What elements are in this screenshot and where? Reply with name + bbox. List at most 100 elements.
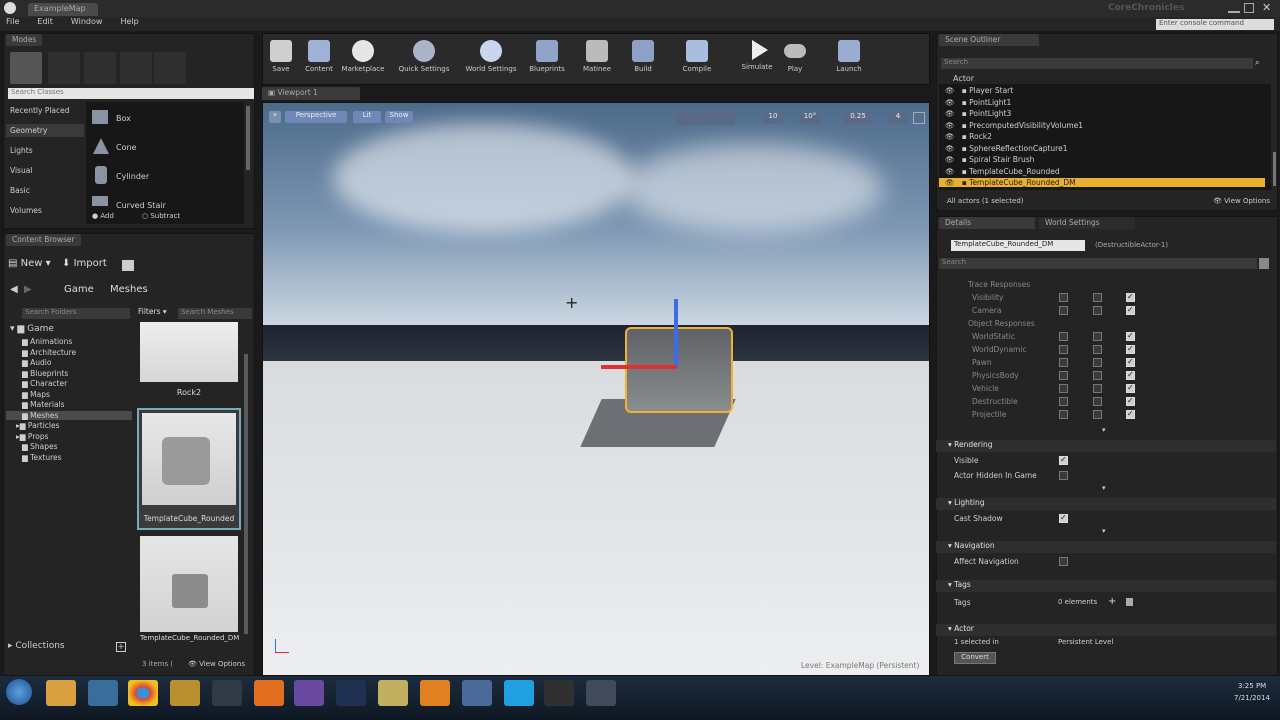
tab-details[interactable]: Details (939, 217, 1035, 229)
overlap-checkbox[interactable] (1093, 371, 1102, 380)
section-actor[interactable]: ▾ Actor (936, 624, 1276, 636)
expand-arrow-icon[interactable]: ▾ (1102, 426, 1106, 434)
ignore-checkbox[interactable] (1059, 345, 1068, 354)
block-checkbox[interactable] (1126, 292, 1135, 302)
tab-modes[interactable]: Modes (6, 34, 43, 46)
actor-row[interactable]: 👁 ▪ PrecomputedVisibilityVolume1 (939, 121, 1271, 130)
folder-blueprints[interactable]: ▆ Blueprints (6, 369, 132, 378)
visible-checkbox[interactable] (1059, 455, 1068, 465)
forward-arrow-icon[interactable]: ▶ (24, 284, 32, 295)
view-options-button[interactable]: 👁 View Options (188, 660, 245, 668)
category-visual[interactable]: Visual (6, 166, 84, 175)
search-meshes-input[interactable]: Search Meshes (178, 308, 252, 319)
collections-header[interactable]: ▸ Collections (8, 641, 65, 651)
unreal-editor-taskbar-icon[interactable] (586, 680, 616, 706)
place-mode-icon[interactable] (10, 52, 42, 84)
ignore-checkbox[interactable] (1059, 371, 1068, 380)
visual-studio-taskbar-icon[interactable] (294, 680, 324, 706)
add-tag-icon[interactable]: + (1108, 596, 1116, 607)
minimize-button[interactable] (1228, 3, 1240, 13)
blender-taskbar-icon[interactable] (254, 680, 284, 706)
overlap-checkbox[interactable] (1093, 345, 1102, 354)
trash-icon[interactable] (1126, 598, 1133, 606)
app-taskbar-icon[interactable] (170, 680, 200, 706)
menu-edit[interactable]: Edit (37, 17, 53, 26)
ignore-checkbox[interactable] (1059, 332, 1068, 341)
folder-character[interactable]: ▆ Character (6, 379, 132, 388)
actor-name-input[interactable]: TemplateCube_Rounded_DM (951, 240, 1085, 251)
expand-arrow-icon[interactable]: ▾ (1102, 484, 1106, 492)
toolbar-compile[interactable]: Compile (674, 38, 720, 80)
import-button[interactable]: ⬇ Import (62, 258, 107, 269)
ignore-checkbox[interactable] (1059, 410, 1068, 419)
gizmo-x-arrow[interactable] (601, 365, 677, 369)
app-taskbar-icon[interactable] (462, 680, 492, 706)
folder-materials[interactable]: ▆ Materials (6, 400, 132, 409)
perspective-button[interactable]: Perspective (285, 111, 347, 123)
maximize-viewport-icon[interactable] (913, 112, 925, 124)
tab-viewport[interactable]: ▣ Viewport 1 (262, 87, 360, 100)
actor-row-selected[interactable]: 👁 ▪ TemplateCube_Rounded_DM (939, 178, 1265, 187)
expand-arrow-icon[interactable]: ▾ (1102, 527, 1106, 535)
geometry-mode-icon[interactable] (154, 52, 186, 84)
grid-snap-value[interactable]: 10 (763, 112, 783, 124)
actor-column-header[interactable]: Actor (953, 74, 974, 83)
ignore-checkbox[interactable] (1059, 384, 1068, 393)
actor-row[interactable]: 👁 ▪ Rock2 (939, 132, 1271, 141)
app-taskbar-icon[interactable] (378, 680, 408, 706)
overlap-checkbox[interactable] (1093, 358, 1102, 367)
asset-template-cube-rounded-dm-thumbnail[interactable] (140, 536, 238, 632)
folder-particles[interactable]: ▸▆ Particles (6, 421, 132, 430)
start-button[interactable] (6, 679, 32, 705)
chrome-taskbar-icon[interactable] (128, 680, 158, 706)
overlap-checkbox[interactable] (1093, 306, 1102, 315)
obs-taskbar-icon[interactable] (544, 680, 574, 706)
vlc-taskbar-icon[interactable] (420, 680, 450, 706)
block-checkbox[interactable] (1126, 396, 1135, 406)
toolbar-world-settings[interactable]: World Settings (464, 38, 518, 80)
geometry-item-cylinder[interactable]: Cylinder (116, 172, 149, 181)
app-taskbar-icon[interactable] (212, 680, 242, 706)
tree-root-game[interactable]: ▾ ▆ Game (6, 324, 132, 334)
folder-architecture[interactable]: ▆ Architecture (6, 348, 132, 357)
toolbar-launch[interactable]: Launch (826, 38, 872, 80)
camera-speed-value[interactable]: 4 (889, 112, 907, 124)
path-game[interactable]: Game (64, 284, 94, 295)
modes-scrollbar[interactable] (246, 106, 250, 170)
ignore-checkbox[interactable] (1059, 358, 1068, 367)
folder-audio[interactable]: ▆ Audio (6, 358, 132, 367)
overlap-checkbox[interactable] (1093, 384, 1102, 393)
convert-button[interactable]: Convert (954, 652, 996, 664)
toolbar-quick-settings[interactable]: Quick Settings (398, 38, 450, 80)
folder-textures[interactable]: ▆ Textures (6, 453, 132, 462)
actor-row[interactable]: 👁 ▪ SphereReflectionCapture1 (939, 144, 1271, 153)
add-collection-icon[interactable]: + (116, 642, 126, 652)
section-rendering[interactable]: ▾ Rendering (936, 440, 1276, 452)
toolbar-content[interactable]: Content (296, 38, 342, 80)
category-volumes[interactable]: Volumes (6, 206, 84, 215)
section-tags[interactable]: ▾ Tags (936, 580, 1276, 592)
folder-maps[interactable]: ▆ Maps (6, 390, 132, 399)
block-checkbox[interactable] (1126, 357, 1135, 367)
path-meshes[interactable]: Meshes (110, 284, 148, 295)
block-checkbox[interactable] (1126, 370, 1135, 380)
affect-navigation-checkbox[interactable] (1059, 557, 1068, 566)
console-input[interactable]: Enter console command (1156, 19, 1274, 30)
category-basic[interactable]: Basic (6, 186, 84, 195)
toolbar-build[interactable]: Build (620, 38, 666, 80)
category-geometry[interactable]: Geometry (6, 124, 84, 137)
transform-tools[interactable] (675, 111, 735, 125)
folder-props[interactable]: ▸▆ Props (6, 432, 132, 441)
app-taskbar-icon[interactable] (88, 680, 118, 706)
filters-button[interactable]: Filters ▾ (138, 307, 167, 316)
category-recently-placed[interactable]: Recently Placed (6, 106, 84, 115)
add-radio[interactable]: ● Add (92, 212, 114, 220)
selected-cube[interactable] (625, 327, 733, 413)
folder-meshes[interactable]: ▆ Meshes (6, 410, 132, 420)
tab-content-browser[interactable]: Content Browser (6, 234, 81, 246)
asset-rock2-thumbnail[interactable] (140, 322, 238, 382)
overlap-checkbox[interactable] (1093, 410, 1102, 419)
scale-snap-value[interactable]: 0.25 (845, 112, 871, 124)
show-button[interactable]: Show (385, 111, 413, 123)
asset-template-cube-rounded[interactable]: TemplateCube_Rounded (137, 408, 241, 530)
